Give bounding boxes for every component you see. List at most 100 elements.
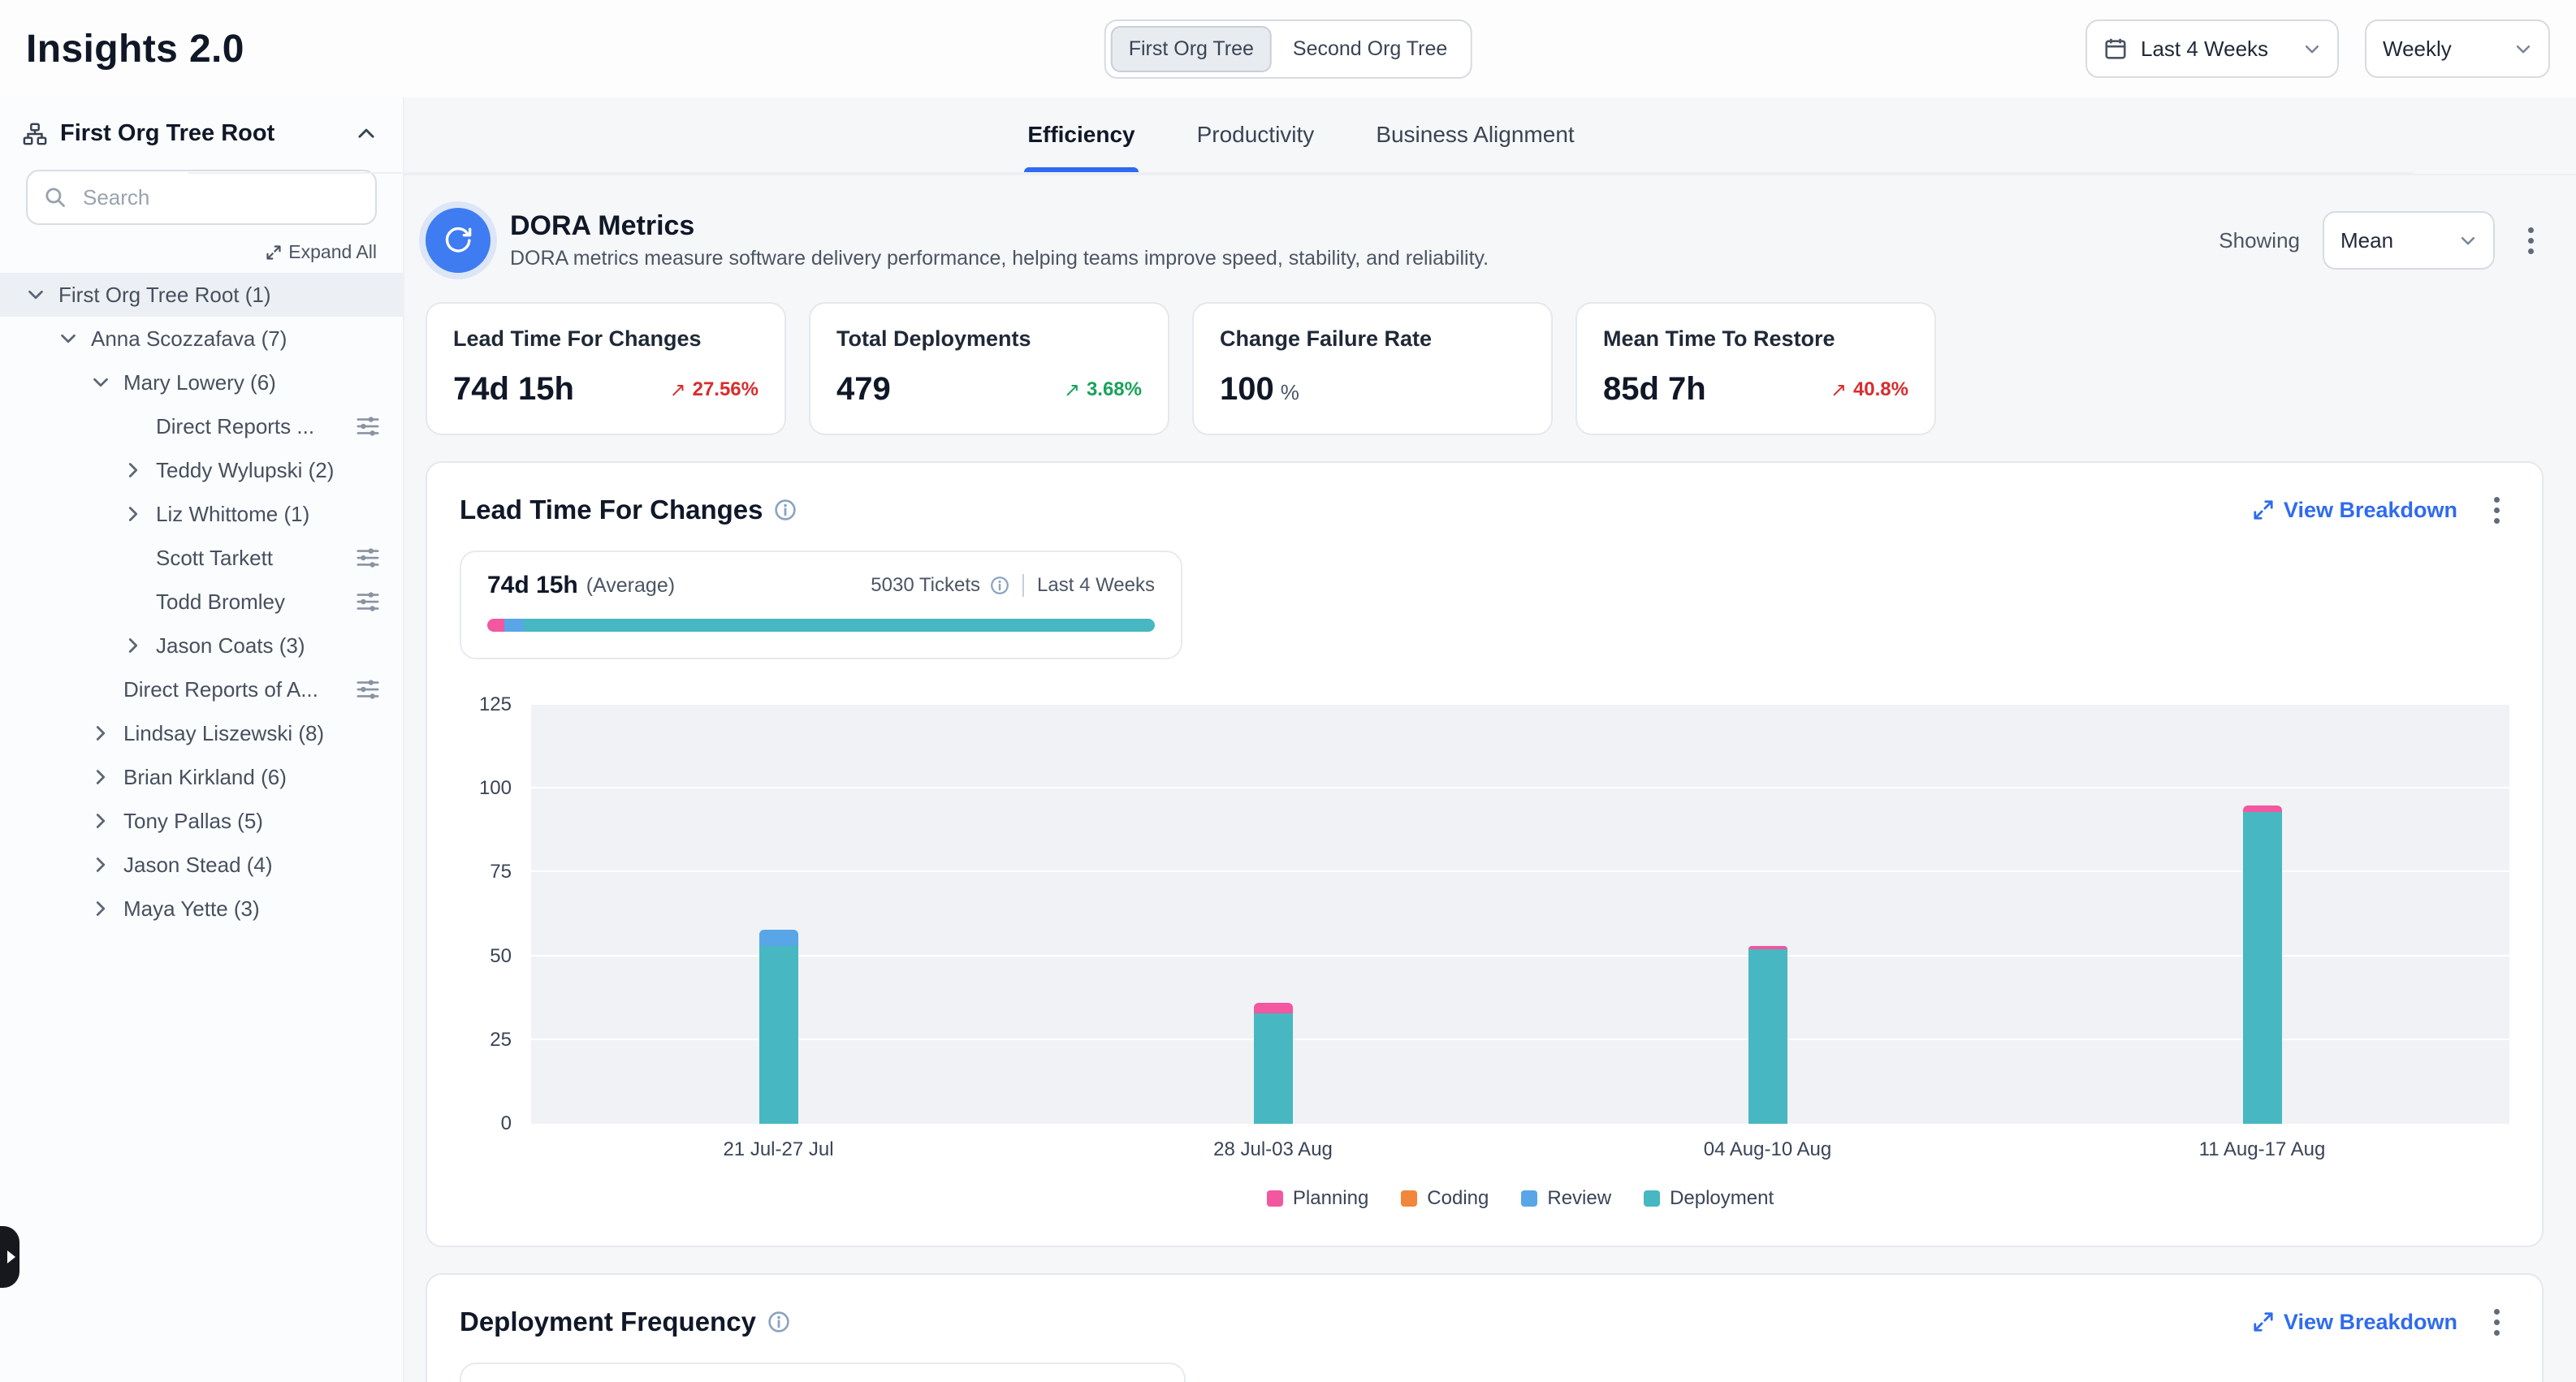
tree-item[interactable]: Direct Reports of A... [0, 667, 403, 711]
period-label: Last 4 Weeks [1022, 574, 1155, 597]
gridline [531, 703, 2509, 705]
deployment-kebab-menu[interactable] [2483, 1304, 2509, 1340]
chevron-right-icon[interactable] [88, 720, 114, 746]
phase-distribution-bar [487, 619, 1155, 632]
search-input[interactable] [80, 184, 359, 212]
sidebar-search[interactable] [26, 170, 377, 225]
filter-sliders-icon[interactable] [356, 414, 380, 438]
org-tree-sidebar: First Org Tree Root Expand All First Org… [0, 97, 404, 1382]
metric-delta-badge: ↗40.8% [1830, 378, 1908, 401]
bar-segment-planning[interactable] [1748, 946, 1787, 949]
org-tree: First Org Tree Root (1) Anna Scozzafava (… [0, 273, 403, 931]
tab-efficiency[interactable]: Efficiency [1024, 97, 1138, 172]
info-icon[interactable] [767, 1311, 790, 1333]
filter-sliders-icon[interactable] [356, 590, 380, 614]
legend-label: Review [1547, 1187, 1611, 1210]
chevron-down-icon[interactable] [55, 326, 81, 352]
lead-time-kebab-menu[interactable] [2483, 492, 2509, 528]
gridline [531, 955, 2509, 957]
plot-area [531, 705, 2509, 1124]
chevron-right-icon[interactable] [120, 457, 146, 483]
info-icon[interactable] [774, 499, 797, 521]
tree-item[interactable]: Brian Kirkland (6) [0, 755, 403, 799]
bar-segment-deployment[interactable] [1254, 1013, 1293, 1124]
chevron-down-icon[interactable] [23, 282, 49, 308]
bar-segment-deployment[interactable] [759, 946, 798, 1124]
tree-item[interactable]: Teddy Wylupski (2) [0, 448, 403, 492]
metric-delta-badge: ↗27.56% [669, 378, 759, 401]
tree-item[interactable]: Jason Coats (3) [0, 624, 403, 667]
bar-segment-deployment[interactable] [2243, 812, 2282, 1124]
x-tick-label: 28 Jul-03 Aug [1026, 1138, 1520, 1161]
expand-all-icon [266, 244, 282, 261]
average-value: 74d 15h [487, 572, 578, 599]
chevron-down-icon[interactable] [88, 369, 114, 395]
bar-segment-planning[interactable] [1254, 1003, 1293, 1013]
sidebar-collapse-handle[interactable] [0, 1226, 19, 1288]
metric-value-row: 479↗3.68% [836, 371, 1142, 408]
org-tree-icon [23, 122, 47, 146]
tree-item[interactable]: Jason Stead (4) [0, 843, 403, 887]
gridline [531, 787, 2509, 788]
expand-icon [2253, 499, 2274, 520]
dora-kebab-menu[interactable] [2518, 222, 2544, 258]
y-tick-label: 75 [490, 861, 512, 883]
toggle-second-org-tree[interactable]: Second Org Tree [1275, 26, 1465, 72]
x-axis-labels: 21 Jul-27 Jul28 Jul-03 Aug04 Aug-10 Aug1… [531, 1138, 2509, 1161]
tree-item-label: Jason Stead (4) [123, 853, 273, 878]
chevron-right-icon[interactable] [88, 808, 114, 834]
legend-item-coding: Coding [1401, 1187, 1489, 1210]
toggle-first-org-tree[interactable]: First Org Tree [1111, 26, 1272, 72]
aggregation-select[interactable]: Mean [2323, 211, 2495, 270]
tree-item[interactable]: Todd Bromley [0, 580, 403, 624]
tree-item[interactable]: First Org Tree Root (1) [0, 273, 403, 317]
metric-value-row: 100% [1220, 371, 1525, 408]
chevron-right-icon[interactable] [88, 764, 114, 790]
chevron-right-icon[interactable] [120, 633, 146, 659]
lead-time-card: Lead Time For Changes View Breakdown [426, 461, 2544, 1247]
tree-item-label: Anna Scozzafava (7) [91, 326, 287, 352]
tree-item-label: Teddy Wylupski (2) [156, 458, 334, 483]
search-icon [44, 186, 67, 209]
lead-time-chart: 0255075100125 21 Jul-27 Jul28 Jul-03 Aug… [460, 705, 2509, 1210]
tab-productivity[interactable]: Productivity [1194, 97, 1318, 172]
legend-label: Deployment [1670, 1187, 1774, 1210]
granularity-select[interactable]: Weekly [2365, 19, 2550, 78]
tree-item[interactable]: Maya Yette (3) [0, 887, 403, 931]
tree-item-label: Tony Pallas (5) [123, 809, 263, 834]
tab-business-alignment[interactable]: Business Alignment [1372, 97, 1577, 172]
tree-item[interactable]: Mary Lowery (6) [0, 361, 403, 404]
filter-sliders-icon[interactable] [356, 546, 380, 570]
tree-item[interactable]: Liz Whittome (1) [0, 492, 403, 536]
tree-item[interactable]: Lindsay Liszewski (8) [0, 711, 403, 755]
y-tick-label: 100 [479, 777, 512, 800]
y-tick-label: 25 [490, 1029, 512, 1052]
chevron-right-icon[interactable] [120, 501, 146, 527]
chevron-right-icon[interactable] [88, 896, 114, 922]
bar-segment-deployment[interactable] [1748, 949, 1787, 1124]
x-tick-label: 04 Aug-10 Aug [1520, 1138, 2015, 1161]
deployment-view-breakdown-button[interactable]: View Breakdown [2253, 1310, 2457, 1335]
tree-item[interactable]: Direct Reports ... [0, 404, 403, 448]
bar-segment-planning[interactable] [2243, 805, 2282, 812]
dora-header-text: DORA Metrics DORA metrics measure softwa… [510, 210, 1489, 270]
metric-card: Total Deployments479↗3.68% [809, 302, 1169, 435]
chevron-right-icon[interactable] [88, 852, 114, 878]
metric-title: Change Failure Rate [1220, 326, 1525, 352]
expand-all-button[interactable]: Expand All [26, 241, 377, 263]
chart-legend: PlanningCodingReviewDeployment [531, 1187, 2509, 1210]
metric-value-row: 74d 15h↗27.56% [453, 371, 759, 408]
date-range-select[interactable]: Last 4 Weeks [2085, 19, 2339, 78]
filter-sliders-icon[interactable] [356, 677, 380, 702]
calendar-icon [2103, 37, 2128, 61]
metric-cards-row: Lead Time For Changes74d 15h↗27.56%Total… [426, 302, 2544, 435]
tree-item[interactable]: Anna Scozzafava (7) [0, 317, 403, 361]
bar-segment-review[interactable] [759, 930, 798, 947]
legend-swatch [1267, 1190, 1283, 1207]
lead-time-view-breakdown-button[interactable]: View Breakdown [2253, 498, 2457, 523]
tree-item[interactable]: Tony Pallas (5) [0, 799, 403, 843]
info-icon[interactable] [990, 576, 1009, 595]
tree-item[interactable]: Scott Tarkett [0, 536, 403, 580]
phase-segment-planning [487, 619, 504, 632]
showing-label: Showing [2219, 228, 2300, 253]
